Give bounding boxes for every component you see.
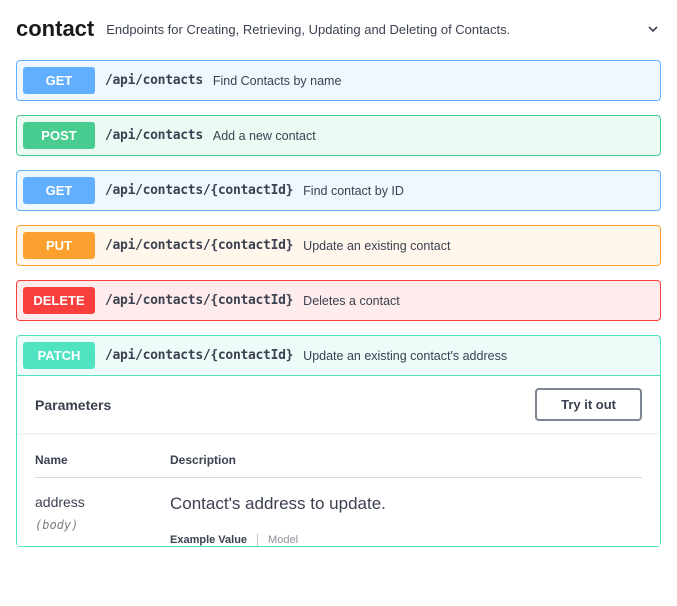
endpoint-row[interactable]: PUT /api/contacts/{contactId} Update an … <box>16 225 661 266</box>
endpoint-summary: Find Contacts by name <box>213 74 342 88</box>
endpoint-summary: Update an existing contact <box>303 239 450 253</box>
endpoint-path: /api/contacts <box>105 128 203 143</box>
endpoint-path: /api/contacts/{contactId} <box>105 238 293 253</box>
endpoint-path: /api/contacts/{contactId} <box>105 293 293 308</box>
tag-name: contact <box>16 16 94 42</box>
endpoint-row[interactable]: POST /api/contacts Add a new contact <box>16 115 661 156</box>
endpoint-summary: Update an existing contact's address <box>303 349 507 363</box>
endpoint-summary: Add a new contact <box>213 129 316 143</box>
parameter-name: address <box>35 494 170 510</box>
parameters-title: Parameters <box>35 397 111 413</box>
endpoint-path: /api/contacts/{contactId} <box>105 348 293 363</box>
endpoint-path: /api/contacts <box>105 73 203 88</box>
parameter-location: (body) <box>35 518 170 532</box>
tag-header[interactable]: contact Endpoints for Creating, Retrievi… <box>16 8 661 60</box>
parameter-row: address (body) Contact's address to upda… <box>35 478 642 546</box>
endpoint-row[interactable]: DELETE /api/contacts/{contactId} Deletes… <box>16 280 661 321</box>
endpoint-summary: Find contact by ID <box>303 184 404 198</box>
endpoints-list: GET /api/contacts Find Contacts by name … <box>16 60 661 547</box>
http-method-badge: GET <box>23 177 95 204</box>
tab-separator <box>257 534 258 546</box>
column-header-description: Description <box>170 453 236 467</box>
http-method-badge: PATCH <box>23 342 95 369</box>
http-method-badge: GET <box>23 67 95 94</box>
endpoint-body: Parameters Try it out Name Description a… <box>17 375 660 546</box>
chevron-down-icon[interactable] <box>645 21 661 37</box>
endpoint-row-expanded: PATCH /api/contacts/{contactId} Update a… <box>16 335 661 547</box>
endpoint-row[interactable]: GET /api/contacts Find Contacts by name <box>16 60 661 101</box>
parameter-description: Contact's address to update. <box>170 494 642 514</box>
tab-model[interactable]: Model <box>268 534 298 546</box>
tab-example-value[interactable]: Example Value <box>170 534 247 546</box>
http-method-badge: DELETE <box>23 287 95 314</box>
http-method-badge: PUT <box>23 232 95 259</box>
endpoint-row[interactable]: GET /api/contacts/{contactId} Find conta… <box>16 170 661 211</box>
http-method-badge: POST <box>23 122 95 149</box>
tag-description: Endpoints for Creating, Retrieving, Upda… <box>106 22 645 37</box>
endpoint-path: /api/contacts/{contactId} <box>105 183 293 198</box>
try-it-out-button[interactable]: Try it out <box>535 388 642 421</box>
endpoint-header[interactable]: PATCH /api/contacts/{contactId} Update a… <box>17 336 660 375</box>
endpoint-summary: Deletes a contact <box>303 294 400 308</box>
column-header-name: Name <box>35 453 170 467</box>
